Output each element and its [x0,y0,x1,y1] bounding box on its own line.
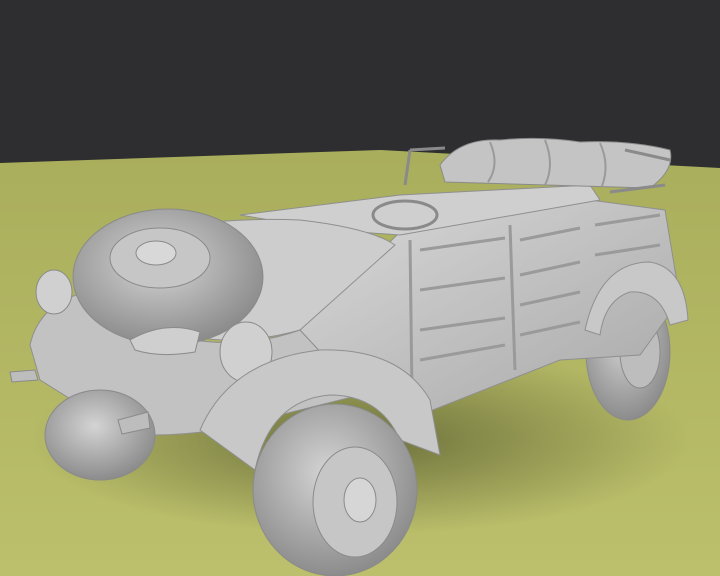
spare-tire-cap [135,240,177,266]
front-right-hubcap [343,477,377,523]
front-left-wheel [44,389,156,481]
render-viewport [0,0,720,576]
folded-roof [439,137,672,189]
left-headlight [35,269,73,315]
tow-hook-left [9,369,39,383]
